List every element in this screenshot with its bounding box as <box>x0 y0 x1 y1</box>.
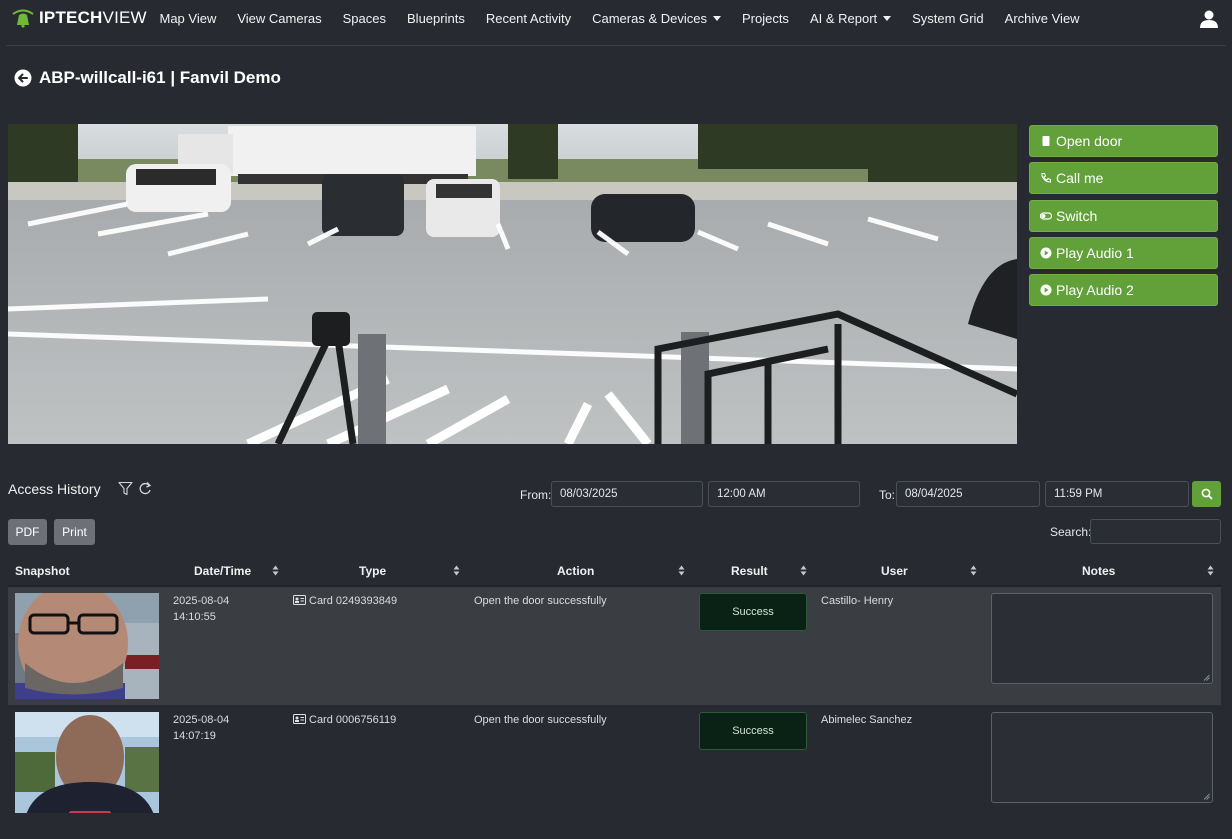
row-user: Castillo- Henry <box>821 595 894 607</box>
status-badge: Success <box>699 712 807 750</box>
open-door-label: Open door <box>1056 133 1123 149</box>
play-circle-icon <box>1040 247 1052 259</box>
camera-live-feed[interactable] <box>8 124 1017 444</box>
to-label: To: <box>879 488 896 502</box>
sort-icon[interactable] <box>970 565 977 576</box>
id-card-icon <box>293 595 306 605</box>
nav-projects[interactable]: Projects <box>742 11 789 26</box>
column-header-result[interactable]: Result <box>731 564 768 578</box>
column-header-notes[interactable]: Notes <box>1082 564 1115 578</box>
sort-icon[interactable] <box>678 565 685 576</box>
play-audio-2-label: Play Audio 2 <box>1056 282 1134 299</box>
sort-icon[interactable] <box>1207 565 1214 576</box>
row-action: Open the door successfully <box>474 714 607 726</box>
switch-button[interactable]: Switch <box>1029 199 1218 232</box>
sort-icon[interactable] <box>800 565 807 576</box>
id-card-icon <box>293 714 306 724</box>
call-me-label: Call me <box>1056 170 1104 187</box>
door-actions: Open door Call me Switch Play Audio 1 Pl… <box>1029 125 1218 311</box>
from-label: From: <box>520 488 552 502</box>
open-door-button[interactable]: Open door <box>1029 125 1218 157</box>
row-date: 2025-08-04 <box>173 714 230 726</box>
sort-icon[interactable] <box>272 565 279 576</box>
row-datetime: 2025-08-04 14:10:55 <box>173 593 229 625</box>
nav-view-cameras[interactable]: View Cameras <box>237 11 321 26</box>
snapshot-thumbnail[interactable] <box>15 593 159 699</box>
play-audio-1-button[interactable]: Play Audio 1 <box>1029 236 1218 269</box>
bell-logo-icon <box>12 9 34 28</box>
column-header-snapshot[interactable]: Snapshot <box>15 564 70 578</box>
page-header: ABP-willcall-i61 | Fanvil Demo <box>14 68 281 88</box>
page-title: ABP-willcall-i61 | Fanvil Demo <box>39 68 281 87</box>
nav-ai-report[interactable]: AI & Report <box>809 11 892 26</box>
nav-cameras-devices[interactable]: Cameras & Devices <box>592 11 721 26</box>
pdf-button[interactable]: PDF <box>8 519 47 545</box>
call-me-button[interactable]: Call me <box>1029 162 1218 195</box>
play-audio-2-button[interactable]: Play Audio 2 <box>1029 274 1218 307</box>
row-action: Open the door successfully <box>474 595 607 607</box>
row-user: Abimelec Sanchez <box>821 714 913 726</box>
access-history-title: Access History <box>8 481 101 497</box>
to-date-input[interactable] <box>896 481 1040 507</box>
user-account-icon[interactable] <box>1199 9 1219 29</box>
search-date-button[interactable] <box>1192 481 1221 507</box>
status-badge: Success <box>699 593 807 631</box>
back-arrow-icon[interactable] <box>14 69 32 87</box>
nav-archive-view[interactable]: Archive View <box>1005 11 1080 26</box>
row-time: 14:10:55 <box>173 611 216 623</box>
table-row: 2025-08-04 14:10:55 Card 0249393849 Open… <box>8 587 1221 705</box>
notes-textarea[interactable] <box>991 712 1213 803</box>
row-time: 14:07:19 <box>173 730 216 742</box>
snapshot-image <box>15 593 159 699</box>
column-header-user[interactable]: User <box>881 564 908 578</box>
snapshot-thumbnail[interactable] <box>15 712 159 818</box>
page-footer-area <box>0 813 1232 839</box>
table-row: 2025-08-04 14:07:19 Card 0006756119 Open… <box>8 705 1221 818</box>
nav-ai-report-label: AI & Report <box>809 11 878 26</box>
resize-grip-icon[interactable] <box>1203 674 1210 681</box>
search-input[interactable] <box>1090 519 1221 544</box>
caret-down-icon <box>883 16 892 21</box>
play-audio-1-label: Play Audio 1 <box>1056 244 1134 261</box>
column-header-datetime[interactable]: Date/Time <box>194 564 251 578</box>
column-header-action[interactable]: Action <box>557 564 594 578</box>
row-type-text: Card 0006756119 <box>309 714 397 726</box>
sort-icon[interactable] <box>453 565 460 576</box>
switch-label: Switch <box>1056 207 1098 224</box>
camera-frame-image <box>8 124 1017 444</box>
refresh-icon[interactable] <box>138 481 152 496</box>
search-icon <box>1201 488 1213 500</box>
navbar-divider <box>6 45 1226 46</box>
nav-recent-activity[interactable]: Recent Activity <box>486 11 571 26</box>
notes-textarea[interactable] <box>991 593 1213 684</box>
from-time-input[interactable] <box>708 481 860 507</box>
door-icon <box>1042 136 1050 146</box>
nav-blueprints[interactable]: Blueprints <box>407 11 465 26</box>
resize-grip-icon[interactable] <box>1203 793 1210 800</box>
caret-down-icon <box>712 16 721 21</box>
brand-logo[interactable]: IPTECHVIEW <box>10 8 147 28</box>
brand-name: IPTECHVIEW <box>39 8 147 27</box>
nav-menu: Map View View Cameras Spaces Blueprints … <box>149 11 1090 26</box>
row-datetime: 2025-08-04 14:07:19 <box>173 712 229 744</box>
phone-icon <box>1041 173 1051 183</box>
filter-icon[interactable] <box>118 481 133 496</box>
row-date: 2025-08-04 <box>173 595 230 607</box>
play-circle-icon <box>1040 284 1052 296</box>
print-button[interactable]: Print <box>54 519 95 545</box>
snapshot-image <box>15 712 159 818</box>
row-type: Card 0006756119 <box>293 712 396 728</box>
from-date-input[interactable] <box>551 481 703 507</box>
column-header-type[interactable]: Type <box>359 564 386 578</box>
search-label: Search: <box>1050 525 1092 539</box>
nav-map-view[interactable]: Map View <box>160 11 217 26</box>
nav-system-grid[interactable]: System Grid <box>912 11 984 26</box>
row-type: Card 0249393849 <box>293 593 397 609</box>
row-type-text: Card 0249393849 <box>309 595 398 607</box>
nav-spaces[interactable]: Spaces <box>343 11 386 26</box>
nav-cameras-devices-label: Cameras & Devices <box>592 11 707 26</box>
top-navbar: IPTECHVIEW Map View View Cameras Spaces … <box>0 0 1232 40</box>
to-time-input[interactable] <box>1045 481 1189 507</box>
toggle-icon <box>1040 211 1052 220</box>
